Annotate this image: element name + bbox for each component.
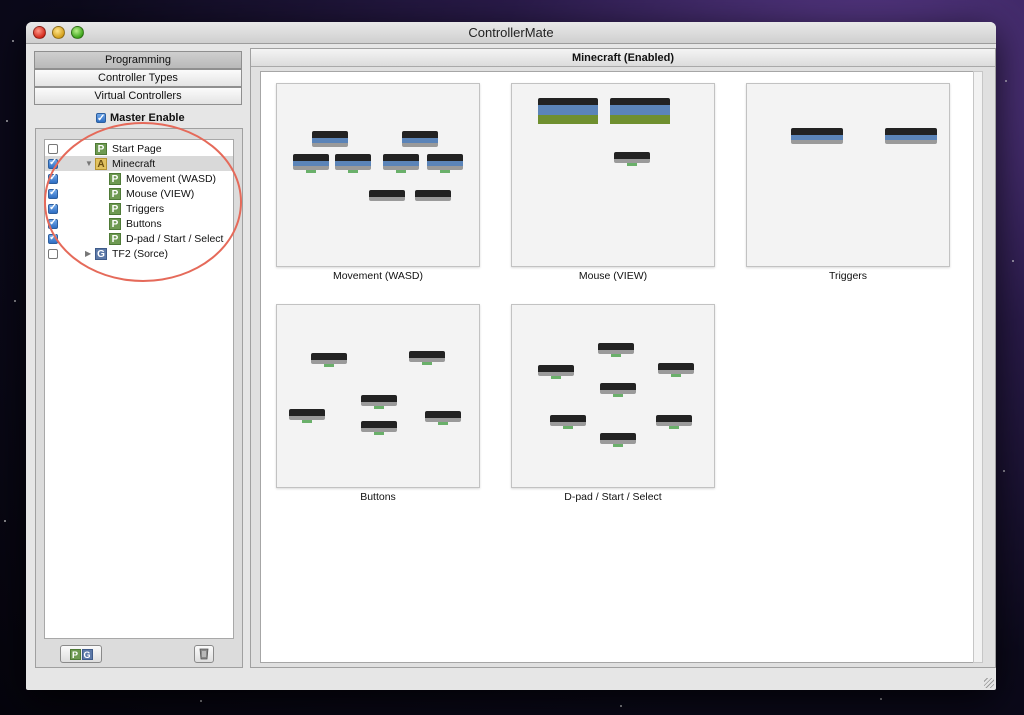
add-item-button[interactable]: P G bbox=[60, 645, 102, 663]
tree-item-label: Triggers bbox=[126, 202, 165, 215]
thumbnail-buttons[interactable] bbox=[276, 304, 480, 488]
tree-checkbox[interactable] bbox=[48, 187, 58, 199]
page-icon: P bbox=[109, 232, 121, 245]
tree-item-label: TF2 (Sorce) bbox=[112, 247, 169, 260]
thumbnails-area: Movement (WASD) Mouse (VIEW) Triggers Bu… bbox=[260, 71, 978, 663]
tree-item-start-page[interactable]: P Start Page bbox=[45, 141, 233, 156]
tree-item-mouse[interactable]: P Mouse (VIEW) bbox=[45, 186, 233, 201]
master-enable-label: Master Enable bbox=[110, 112, 185, 124]
tree-checkbox[interactable] bbox=[48, 202, 58, 214]
app-icon: A bbox=[95, 157, 107, 170]
tree-checkbox[interactable] bbox=[48, 157, 58, 169]
tree-item-label: Minecraft bbox=[112, 157, 156, 170]
controller-node bbox=[402, 131, 438, 151]
title-bar: ControllerMate bbox=[26, 22, 996, 44]
project-tree[interactable]: P Start Page ▼ A Minecraft P Movement (W… bbox=[44, 139, 234, 639]
tab-controller-types[interactable]: Controller Types bbox=[34, 69, 242, 87]
tree-item-tf2[interactable]: ▶ G TF2 (Sorce) bbox=[45, 246, 233, 261]
master-enable-checkbox[interactable] bbox=[96, 111, 106, 127]
controller-node bbox=[550, 415, 586, 435]
delete-button[interactable] bbox=[194, 645, 214, 663]
controller-node bbox=[415, 190, 451, 210]
tree-item-buttons[interactable]: P Buttons bbox=[45, 216, 233, 231]
thumbnail-mouse[interactable] bbox=[511, 83, 715, 267]
thumbnail-label: D-pad / Start / Select bbox=[564, 491, 662, 503]
tree-checkbox[interactable] bbox=[48, 143, 58, 154]
close-button[interactable] bbox=[33, 26, 46, 39]
tree-item-label: Buttons bbox=[126, 217, 162, 230]
page-icon: P bbox=[95, 142, 107, 155]
thumbnail-label: Buttons bbox=[360, 491, 396, 503]
controller-node bbox=[658, 363, 694, 383]
controller-node bbox=[311, 353, 347, 373]
tree-checkbox[interactable] bbox=[48, 248, 58, 259]
thumbnail-triggers[interactable] bbox=[746, 83, 950, 267]
thumbnail-label: Triggers bbox=[828, 270, 868, 282]
vertical-scrollbar[interactable] bbox=[973, 71, 983, 663]
tree-item-triggers[interactable]: P Triggers bbox=[45, 201, 233, 216]
tab-virtual-controllers[interactable]: Virtual Controllers bbox=[34, 87, 242, 105]
page-icon: P bbox=[109, 202, 121, 215]
controller-node bbox=[425, 411, 461, 431]
controller-node bbox=[600, 433, 636, 453]
tree-checkbox[interactable] bbox=[48, 217, 58, 229]
thumbnail-label: Movement (WASD) bbox=[332, 270, 424, 282]
controller-node bbox=[361, 421, 397, 441]
tree-panel: P Start Page ▼ A Minecraft P Movement (W… bbox=[35, 128, 243, 668]
controller-node bbox=[289, 409, 325, 429]
resize-grip-icon[interactable] bbox=[984, 678, 994, 688]
controller-node bbox=[600, 383, 636, 403]
tree-item-dpad[interactable]: P D-pad / Start / Select bbox=[45, 231, 233, 246]
controller-node bbox=[538, 365, 574, 385]
controller-node bbox=[614, 152, 650, 172]
master-enable[interactable]: Master Enable bbox=[96, 110, 185, 127]
controller-node bbox=[656, 415, 692, 435]
group-icon: G bbox=[95, 247, 107, 260]
tree-item-label: Mouse (VIEW) bbox=[126, 187, 195, 200]
tree-item-label: Start Page bbox=[112, 142, 162, 155]
controller-node bbox=[427, 154, 463, 174]
page-icon: P bbox=[109, 217, 121, 230]
tree-checkbox[interactable] bbox=[48, 232, 58, 244]
controller-node bbox=[369, 190, 405, 210]
page-icon: P bbox=[109, 187, 121, 200]
app-window: ControllerMate Programming Controller Ty… bbox=[26, 22, 996, 690]
tree-item-movement[interactable]: P Movement (WASD) bbox=[45, 171, 233, 186]
controller-node bbox=[610, 98, 670, 126]
tab-programming[interactable]: Programming bbox=[34, 51, 242, 69]
zoom-button[interactable] bbox=[71, 26, 84, 39]
page-icon: P bbox=[69, 648, 81, 660]
tree-item-minecraft[interactable]: ▼ A Minecraft bbox=[45, 156, 233, 171]
thumbnail-movement[interactable] bbox=[276, 83, 480, 267]
controller-node bbox=[383, 154, 419, 174]
trash-icon bbox=[199, 648, 209, 660]
tree-item-label: D-pad / Start / Select bbox=[126, 232, 224, 245]
thumbnail-label: Mouse (VIEW) bbox=[578, 270, 648, 282]
window-title: ControllerMate bbox=[468, 25, 554, 40]
tree-checkbox[interactable] bbox=[48, 172, 58, 184]
group-icon: G bbox=[81, 648, 93, 660]
disclosure-triangle-icon[interactable]: ▼ bbox=[85, 159, 93, 168]
controller-node bbox=[791, 128, 843, 148]
controller-node bbox=[885, 128, 937, 148]
controller-node bbox=[598, 343, 634, 363]
thumbnail-dpad[interactable] bbox=[511, 304, 715, 488]
page-panel: Minecraft (Enabled) Movement (WASD) Mous bbox=[250, 48, 996, 668]
tree-item-label: Movement (WASD) bbox=[126, 172, 217, 185]
controller-node bbox=[538, 98, 598, 126]
controller-node bbox=[293, 154, 329, 174]
page-icon: P bbox=[109, 172, 121, 185]
panel-title: Minecraft (Enabled) bbox=[251, 49, 995, 67]
controller-node bbox=[312, 131, 348, 151]
minimize-button[interactable] bbox=[52, 26, 65, 39]
controller-node bbox=[409, 351, 445, 371]
controller-node bbox=[335, 154, 371, 174]
disclosure-triangle-icon[interactable]: ▶ bbox=[85, 249, 91, 258]
controller-node bbox=[361, 395, 397, 415]
